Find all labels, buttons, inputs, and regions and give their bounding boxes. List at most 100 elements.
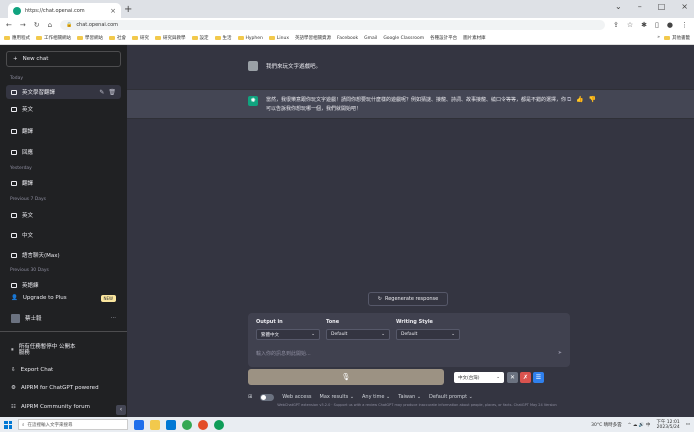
bookmark-item[interactable]: 圖片素材庫 [463,35,486,41]
close-window-icon[interactable]: × [681,2,688,11]
chat-item[interactable]: 中文 [6,228,121,242]
folder-icon [77,36,83,40]
file-explorer-icon[interactable] [150,419,160,430]
grid-icon[interactable]: ⊞ [248,394,252,400]
upgrade-plus-button[interactable]: 👤 Upgrade to Plus NEW [6,291,121,305]
star-icon[interactable]: ☆ [627,21,633,29]
minimize-icon[interactable]: – [638,2,642,11]
task-view-icon[interactable] [134,419,144,430]
chevron-down-icon: ⌄ [381,332,385,337]
bookmark-item[interactable]: 應用程式 [4,35,30,41]
send-icon[interactable]: ➤ [558,350,562,356]
thumbs-up-icon[interactable]: 👍 [576,96,583,104]
default-prompt-select[interactable]: Default prompt ⌄ [429,394,473,400]
trash-icon[interactable]: 🗑 [108,89,116,96]
aiprm-link[interactable]: ⚙ AIPRM for ChatGPT powered [6,381,121,395]
extension-icon[interactable]: ✱ [641,21,647,29]
chrome-icon[interactable] [182,419,192,430]
system-tray: 30°C 晴時多雲 ^ ☁ 🔊 中 下午 12:01 2023/5/24 ▭ [591,420,690,430]
region-select[interactable]: Taiwan ⌄ [398,394,421,400]
app-icon[interactable] [198,419,208,430]
chat-main: 我們來玩文字遊戲吧。 ✺ 當然，我很樂意跟你玩文字遊戲！請問你想要玩什麼樣的遊戲… [127,45,694,417]
bookmark-item[interactable]: 生活 [214,35,232,41]
chat-item[interactable]: 翻譯 [6,176,121,190]
collapse-sidebar-button[interactable]: ‹ [116,405,126,415]
bookmark-item[interactable]: Linux [268,36,289,41]
close-tab-icon[interactable]: × [110,7,116,15]
browser-tab[interactable]: https://chat.openai.com × [8,3,121,18]
user-message-text: 我們來玩文字遊戲吧。 [266,64,322,70]
voice-language-select[interactable]: 中文(台灣) ⌄ [454,372,504,383]
reload-icon[interactable]: ↻ [34,21,40,29]
tone-select[interactable]: Default ⌄ [326,329,390,340]
export-chat-button[interactable]: ⇩ Export Chat [6,363,121,377]
bookmark-item[interactable]: 研究與教學 [155,35,186,41]
maximize-icon[interactable]: □ [658,2,666,11]
user-icon: 👤 [11,295,18,301]
aiprm-community-link[interactable]: ☷ AIPRM Community forum [6,400,121,414]
bookmark-item[interactable]: 社會 [109,35,126,41]
home-icon[interactable]: ⌂ [48,21,52,29]
taskbar-search-input[interactable]: ⌕ 在這裡輸入文字來搜尋 [18,419,128,430]
other-bookmarks[interactable]: 其他書籤 [664,35,690,41]
any-time-select[interactable]: Any time ⌄ [362,394,390,400]
chevron-down-icon[interactable]: ⌄ [615,2,622,11]
chat-item[interactable]: 英文 [6,102,121,116]
share-icon[interactable]: ⇪ [613,21,619,29]
back-icon[interactable]: ← [6,21,12,29]
settings-icon[interactable]: ☰ [533,372,544,383]
close-voice-button[interactable]: ✕ [507,372,518,383]
edge-icon[interactable] [214,419,224,430]
assistant-message: ✺ 當然，我很樂意跟你玩文字遊戲！請問你想要玩什麼樣的遊戲呢？例如猜謎、接龍、詩… [127,89,694,119]
chat-bubble-icon [11,128,17,134]
bookmarks-more-button[interactable]: » [657,35,660,41]
sidepanel-icon[interactable]: ▯ [655,21,659,29]
style-select[interactable]: Default ⌄ [396,329,460,340]
chat-item[interactable]: 回應 [6,145,121,159]
max-results-select[interactable]: Max results ⌄ [320,394,354,400]
bookmark-item[interactable]: 各種設計平台 [430,35,457,41]
forward-icon[interactable]: → [20,21,26,29]
message-input[interactable]: 輸入你的訊息到此開始... ➤ [256,347,562,359]
new-tab-button[interactable]: + [124,4,132,15]
tray-icons[interactable]: ^ ☁ 🔊 中 [628,422,651,428]
regenerate-button[interactable]: ↻ Regenerate response [368,292,448,306]
mute-icon[interactable]: ✗ [520,372,531,383]
bookmark-item[interactable]: 工作相關網站 [36,35,71,41]
chat-bubble-icon [11,282,17,288]
bookmark-item[interactable]: Hyphen [237,36,263,41]
chat-item[interactable]: 英語練 [6,278,121,292]
chat-item[interactable]: 英文 [6,208,121,222]
notification-icon[interactable]: ▭ [686,422,690,427]
thumbs-down-icon[interactable]: 👎 [589,96,596,104]
voice-input-button[interactable]: 🎙 [248,369,444,385]
edit-icon[interactable]: ✎ [99,89,104,96]
bookmark-item[interactable]: 設定 [191,35,209,41]
store-icon[interactable] [166,419,176,430]
profile-icon[interactable]: ● [667,21,673,29]
output-select[interactable]: 繁體中文 ⌄ [256,329,320,340]
bookmark-item[interactable]: 英語學習相關資源 [295,35,331,41]
openai-logo-icon: ✺ [248,96,258,106]
bookmark-item[interactable]: Google Classroom [383,36,424,41]
more-icon[interactable]: ··· [111,315,116,321]
copy-icon[interactable]: ⧉ [567,96,571,104]
menu-icon[interactable]: ⋮ [681,21,688,29]
bookmark-item[interactable]: 研究 [132,35,149,41]
web-access-toggle[interactable] [260,393,275,401]
url-input[interactable]: 🔒 chat.openai.com [60,20,605,30]
windows-start-icon[interactable] [4,420,12,429]
chat-item[interactable]: 語言聊天(Max) [6,248,121,262]
user-menu[interactable]: 蔡士毅 ··· [6,311,121,325]
bookmark-item[interactable]: Facebook [337,36,358,41]
bookmark-item[interactable]: Gmail [364,36,377,41]
folder-icon [191,36,198,40]
new-chat-button[interactable]: + New chat [6,51,121,67]
chat-item[interactable]: 英文學習翻譯 ✎ 🗑 [6,85,121,99]
bookmark-item[interactable]: 學習網站 [77,35,103,41]
pause-notice[interactable]: ⏸ 所有任務暫停中 公開本服務 [6,341,121,359]
sidebar-footer [0,331,127,332]
weather-widget[interactable]: 30°C 晴時多雲 [591,422,622,428]
clock[interactable]: 下午 12:01 2023/5/24 [656,420,679,430]
chat-item[interactable]: 翻譯 [6,124,121,138]
